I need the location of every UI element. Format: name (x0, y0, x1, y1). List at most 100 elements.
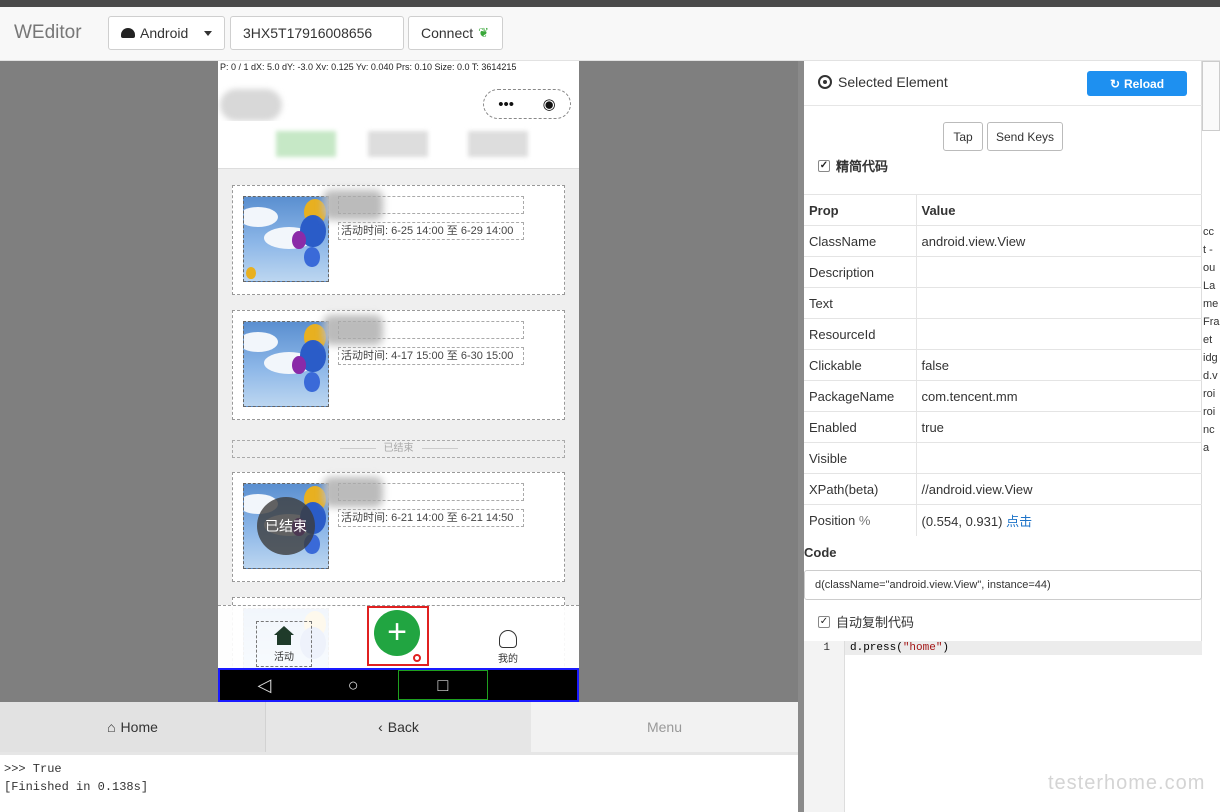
mini-program-capsule[interactable]: ••• ◉ (483, 89, 571, 119)
hierarchy-fragment[interactable]: a (1203, 442, 1209, 454)
add-activity-button[interactable]: + (374, 610, 420, 656)
position-label: Position (809, 512, 856, 528)
table-header-row: Prop Value (804, 194, 1202, 226)
app-brand[interactable]: WEditor (14, 22, 82, 44)
auto-copy-toggle[interactable]: ✓ 自动复制代码 (818, 612, 914, 631)
prop-value: com.tencent.mm (916, 380, 1202, 412)
nav-mine[interactable]: 我的 (494, 630, 522, 666)
value-header: Value (916, 194, 1202, 226)
prop-name: Position % (804, 504, 917, 536)
refresh-icon: ↻ (1109, 76, 1121, 91)
platform-select[interactable]: Android (108, 16, 225, 50)
hierarchy-fragment[interactable]: idg (1203, 352, 1218, 364)
properties-table: Prop Value ClassName android.view.View De… (804, 194, 1202, 536)
tap-button[interactable]: Tap (943, 122, 983, 151)
position-click-link[interactable]: 点击 (1006, 514, 1032, 529)
platform-label: Android (140, 25, 189, 41)
hierarchy-fragment[interactable]: Fra (1203, 316, 1220, 328)
prop-value: (0.554, 0.931) 点击 (916, 504, 1202, 536)
connect-button[interactable]: Connect ❦ (408, 16, 503, 50)
home-icon: ⌂ (107, 719, 116, 735)
activity-thumbnail (243, 321, 329, 407)
table-row: PackageName com.tencent.mm (804, 380, 1202, 412)
ended-badge: 已结束 (257, 497, 315, 555)
nav-activity-label: 活动 (274, 652, 294, 663)
prop-name: ResourceId (804, 318, 917, 350)
inspector-header: Selected Element ↻ Reload (804, 61, 1202, 106)
home-icon (274, 626, 294, 646)
hierarchy-fragment[interactable]: ou (1203, 262, 1215, 274)
checkbox-checked-icon[interactable]: ✓ (818, 615, 830, 628)
system-recent-icon[interactable]: □ (397, 670, 489, 700)
activity-card[interactable]: 活动时间: 6-25 14:00 至 6-29 14:00 (232, 185, 565, 295)
hierarchy-fragment[interactable]: t - (1203, 244, 1213, 256)
leaf-icon: ❦ (478, 25, 490, 40)
more-icon[interactable]: ••• (498, 96, 514, 113)
menu-button[interactable]: Menu (531, 702, 798, 752)
code-field[interactable]: d(className="android.view.View", instanc… (804, 570, 1202, 600)
back-button[interactable]: ‹ Back (265, 702, 531, 752)
hierarchy-fragment[interactable]: nc (1203, 424, 1215, 436)
device-serial-input[interactable] (230, 16, 404, 50)
top-navbar: WEditor Android Connect ❦ (0, 7, 1220, 61)
reload-button[interactable]: ↻ Reload (1087, 71, 1187, 96)
table-row: Clickable false (804, 349, 1202, 381)
code-string-arg: "home" (902, 642, 943, 654)
inspector-title-text: Selected Element (838, 74, 948, 90)
prop-value (916, 318, 1202, 350)
device-control-bar: ⌂ Home ‹ Back Menu (0, 702, 798, 752)
table-row: Enabled true (804, 411, 1202, 443)
device-screen[interactable]: P: 0 / 1 dX: 5.0 dY: -3.0 Xv: 0.125 Yv: … (218, 61, 579, 702)
hierarchy-fragment[interactable]: roi (1203, 406, 1215, 418)
card-time: 活动时间: 6-21 14:00 至 6-21 14:50 (338, 509, 524, 527)
table-row: XPath(beta)//android.view.View (804, 473, 1202, 505)
blurred-tab-active[interactable] (276, 131, 336, 157)
card-title (338, 196, 524, 214)
reload-label: Reload (1124, 76, 1165, 91)
ended-divider: 已结束 (232, 440, 565, 458)
editor-gutter: 1 (804, 641, 845, 812)
pointer-location-bar: P: 0 / 1 dX: 5.0 dY: -3.0 Xv: 0.125 Yv: … (218, 61, 579, 83)
hierarchy-fragment[interactable]: roi (1203, 388, 1215, 400)
table-row: ClassName android.view.View (804, 225, 1202, 257)
simplify-code-label: 精简代码 (836, 159, 889, 174)
console-line: [Finished in 0.138s] (4, 780, 149, 794)
hierarchy-pane-edge: cc t - ou La me Fra et idg d.v roi roi n… (1202, 61, 1220, 812)
hierarchy-fragment[interactable]: d.v (1203, 370, 1218, 382)
blurred-tab[interactable] (468, 131, 528, 157)
prop-name: Enabled (804, 411, 917, 443)
person-icon (499, 630, 517, 648)
activity-card-ended[interactable]: 已结束 活动时间: 6-21 14:00 至 6-21 14:50 (232, 472, 565, 582)
send-keys-button[interactable]: Send Keys (987, 122, 1063, 151)
hierarchy-fragment[interactable]: me (1203, 298, 1218, 310)
blurred-tab[interactable] (368, 131, 428, 157)
simplify-code-toggle[interactable]: ✓ 精简代码 (818, 156, 888, 175)
card-time: 活动时间: 6-25 14:00 至 6-29 14:00 (338, 222, 524, 240)
percent-icon: % (858, 512, 871, 528)
system-back-icon[interactable]: ◁ (220, 670, 309, 700)
table-row: Position % (0.554, 0.931) 点击 (804, 504, 1202, 536)
inspector-title: Selected Element (818, 74, 948, 90)
system-home-icon[interactable]: ○ (309, 670, 398, 700)
prop-value: //android.view.View (916, 473, 1202, 505)
console-output[interactable]: >>> True [Finished in 0.138s] (0, 752, 798, 812)
code-prefix: d.press( (850, 642, 903, 654)
nav-activity[interactable]: 活动 (256, 621, 312, 667)
activity-card[interactable]: 活动时间: 4-17 15:00 至 6-30 15:00 (232, 310, 565, 420)
window-top-strip (0, 0, 1220, 7)
checkbox-checked-icon[interactable]: ✓ (818, 159, 830, 172)
back-label: Back (387, 719, 419, 735)
auto-copy-label: 自动复制代码 (836, 615, 915, 630)
close-icon[interactable]: ◉ (543, 95, 556, 113)
connect-label: Connect (421, 25, 474, 41)
prop-name: Visible (804, 442, 917, 474)
card-title (338, 321, 524, 339)
table-row: Visible (804, 442, 1202, 474)
card-time: 活动时间: 4-17 15:00 至 6-30 15:00 (338, 347, 524, 365)
home-button[interactable]: ⌂ Home (0, 702, 265, 752)
prop-value (916, 256, 1202, 288)
prop-value: false (916, 349, 1202, 381)
hierarchy-fragment[interactable]: La (1203, 280, 1215, 292)
hierarchy-fragment[interactable]: et (1203, 334, 1212, 346)
hierarchy-fragment[interactable]: cc (1203, 226, 1214, 238)
